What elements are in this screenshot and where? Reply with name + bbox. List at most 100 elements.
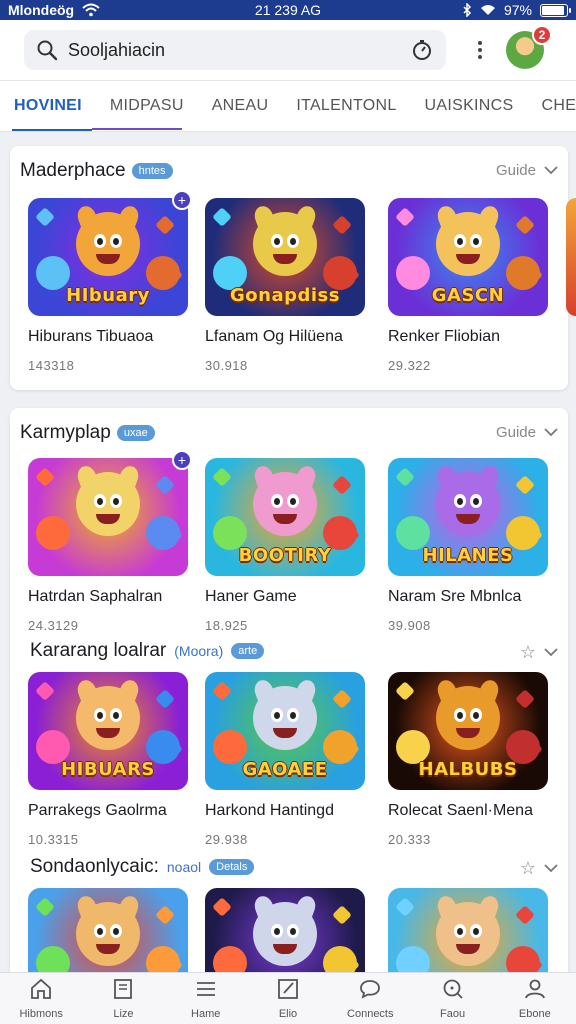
tab-midpasu[interactable]: MIDPASU: [110, 81, 184, 131]
game-tile[interactable]: Gonapdiss Lfanam Og Hilüena 30.918: [205, 198, 365, 373]
game-tile[interactable]: HALBUBS Rolecat Saenl·Mena 20.333: [388, 672, 548, 847]
notification-badge: 2: [532, 25, 552, 45]
more-options-button[interactable]: [468, 41, 492, 59]
game-tile[interactable]: GAOAEE Harkond Hantingd 29.938: [205, 672, 365, 847]
add-icon[interactable]: +: [172, 190, 192, 210]
mascot-mouth: [456, 514, 480, 524]
section-title: Maderphace: [20, 160, 126, 181]
game-play-count: 29.322: [388, 358, 431, 373]
game-play-count: 10.3315: [28, 832, 79, 847]
mascot-character: [76, 212, 140, 276]
tab-uaiskincs[interactable]: UAISKINCS: [425, 81, 514, 131]
mascot-eye: [454, 494, 466, 508]
game-name: Renker Fliobian: [388, 328, 501, 345]
sparkle-decoration: [212, 467, 232, 487]
status-bar: Mlondeög 21 239 AG 97%: [0, 0, 576, 20]
tab-cheftee[interactable]: CHEFTEE: [542, 81, 576, 131]
mascot-eye: [287, 708, 299, 722]
game-thumbnail[interactable]: HIbuary: [28, 198, 188, 316]
game-logo-text: HIbuary: [66, 285, 150, 306]
game-thumbnail[interactable]: Gonapdiss: [205, 198, 365, 316]
game-tile[interactable]: GASCN Renker Fliobian 29.322: [388, 198, 548, 373]
profile-icon: [523, 977, 547, 1006]
section-tag: noaol: [166, 859, 202, 875]
game-name: Naram Sre Mbnlca: [388, 588, 522, 605]
section-header: Kararang loalrar (Moora) arte: [30, 640, 265, 662]
game-tile[interactable]: BOOTIRY Haner Game 18.925: [205, 458, 365, 633]
sparkle-decoration: [332, 475, 352, 495]
game-thumbnail[interactable]: HIBUARS: [28, 672, 188, 790]
battery-icon: [540, 3, 571, 17]
sparkle-decoration: [35, 207, 55, 227]
guide-link[interactable]: Guide: [496, 424, 536, 441]
game-play-count: 30.918: [205, 358, 248, 373]
mascot-mouth: [273, 944, 297, 954]
chevron-down-icon[interactable]: [544, 860, 558, 877]
game-thumbnail[interactable]: BOOTIRY: [205, 458, 365, 576]
bluetooth-icon: [463, 3, 472, 17]
section-title: Kararang loalrar: [30, 640, 167, 661]
section-actions: Guide: [496, 162, 558, 179]
add-icon[interactable]: +: [172, 450, 192, 470]
nav-item-lize[interactable]: Lize: [83, 977, 163, 1020]
mascot-eye: [454, 708, 466, 722]
nav-item-elio[interactable]: Elio: [248, 977, 328, 1020]
nav-label: Lize: [113, 1008, 134, 1020]
avatar[interactable]: 2: [506, 25, 552, 69]
nav-item-ebone[interactable]: Ebone: [495, 977, 575, 1020]
sparkle-decoration: [155, 215, 175, 235]
chevron-down-icon[interactable]: [544, 424, 558, 441]
nav-label: Hame: [191, 1008, 221, 1020]
section-title: Sondaonlycaic:: [30, 856, 159, 877]
nav-item-hame[interactable]: Hame: [166, 977, 246, 1020]
chevron-down-icon[interactable]: [544, 162, 558, 179]
sparkle-decoration: [395, 207, 415, 227]
guide-link[interactable]: Guide: [496, 162, 536, 179]
game-play-count: 39.908: [388, 618, 431, 633]
game-name: Hatrdan Saphalran: [28, 588, 163, 605]
nav-item-faou[interactable]: Faou: [413, 977, 493, 1020]
mascot-mouth: [96, 514, 120, 524]
bottom-navigation: Hibmons Lize Hame Elio Connects Faou Ebone: [0, 972, 576, 1024]
game-thumbnail[interactable]: GAOAEE: [205, 672, 365, 790]
section-header: Sondaonlycaic: noaol Detals: [30, 856, 255, 878]
nav-item-connects[interactable]: Connects: [330, 977, 410, 1020]
game-thumbnail[interactable]: GASCN: [388, 198, 548, 316]
sparkle-decoration: [395, 897, 415, 917]
search-bar[interactable]: [24, 30, 446, 70]
next-tile-preview[interactable]: [566, 198, 576, 316]
game-play-count: 24.3129: [28, 618, 79, 633]
voice-search-button[interactable]: [410, 38, 434, 62]
nav-label: Ebone: [518, 1008, 551, 1020]
game-thumbnail[interactable]: [28, 458, 188, 576]
mascot-eye: [271, 234, 283, 248]
game-play-count: 143318: [28, 358, 75, 373]
game-play-count: 18.925: [205, 618, 248, 633]
search-input[interactable]: [68, 39, 400, 61]
nav-item-hibmons[interactable]: Hibmons: [1, 977, 81, 1020]
mascot-mouth: [273, 254, 297, 264]
mascot-eye: [287, 494, 299, 508]
game-tile[interactable]: HILANES Naram Sre Mbnlca 39.908: [388, 458, 548, 633]
game-thumbnail[interactable]: HALBUBS: [388, 672, 548, 790]
mascot-eye: [110, 924, 122, 938]
battery-percent: 97%: [503, 2, 532, 18]
tab-hovinei[interactable]: HOVINEI: [12, 81, 92, 131]
game-thumbnail[interactable]: HILANES: [388, 458, 548, 576]
tab-italentonl[interactable]: ITALENTONL: [296, 81, 396, 131]
search-icon: [37, 40, 58, 61]
mascot-character: [436, 212, 500, 276]
mascot-eye: [94, 924, 106, 938]
star-icon[interactable]: ☆: [520, 642, 536, 663]
section-tag: (Moora): [174, 643, 224, 659]
chevron-down-icon[interactable]: [544, 644, 558, 661]
tab-aneau[interactable]: ANEAU: [212, 81, 269, 131]
game-logo-text: HALBUBS: [418, 759, 518, 780]
mascot-eye: [271, 924, 283, 938]
game-tile[interactable]: HIBUARS Parrakegs Gaolrma 10.3315: [28, 672, 188, 847]
star-icon[interactable]: ☆: [520, 858, 536, 879]
game-tile[interactable]: + Hatrdan Saphalran 24.3129: [28, 450, 192, 633]
game-tile[interactable]: HIbuary + Hiburans Tibuaoa 143318: [28, 190, 192, 373]
edit-icon: [276, 977, 300, 1006]
home-icon: [29, 977, 53, 1006]
